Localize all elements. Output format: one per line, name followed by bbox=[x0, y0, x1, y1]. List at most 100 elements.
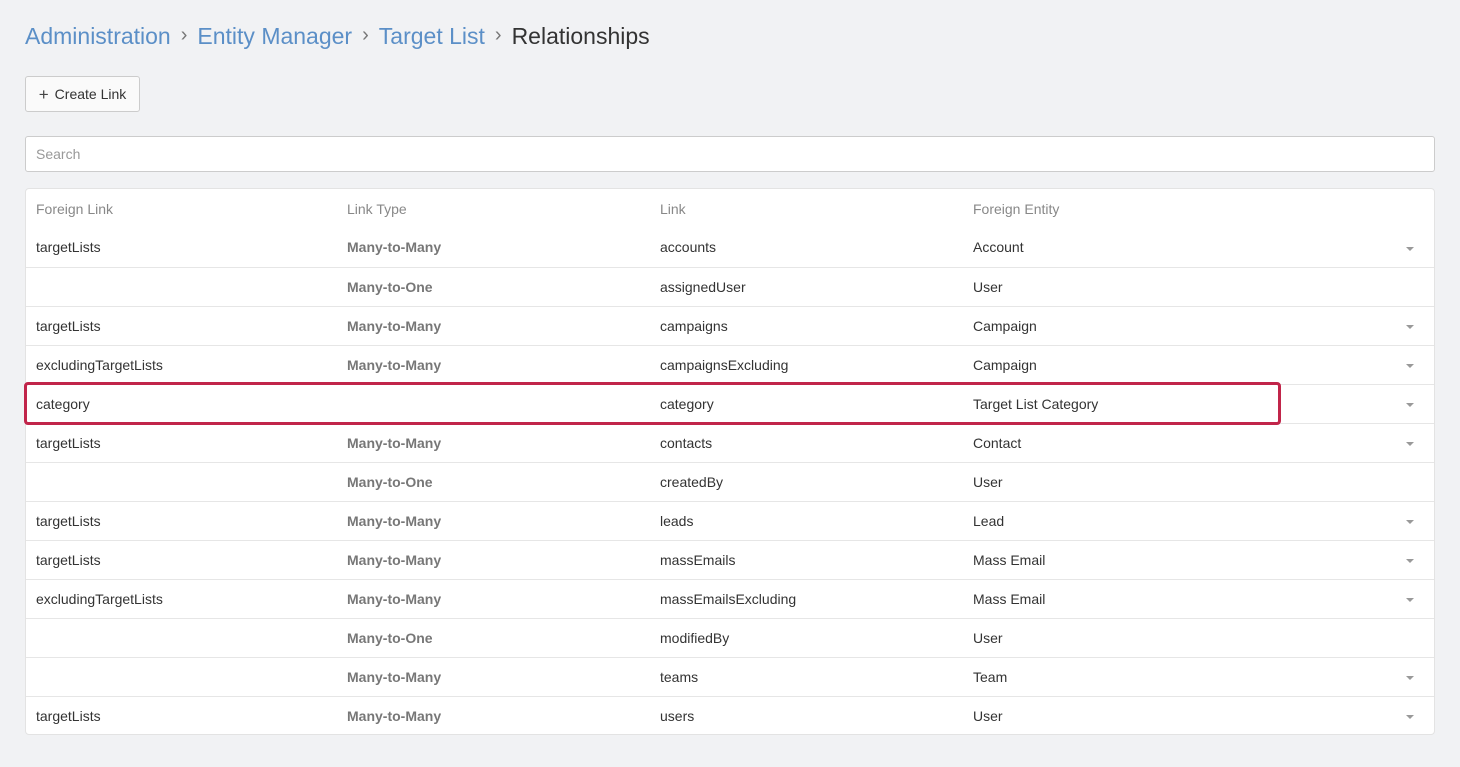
cell-foreign-link bbox=[26, 618, 337, 657]
cell-actions bbox=[1276, 267, 1434, 306]
cell-foreign-entity: User bbox=[973, 707, 1003, 724]
cell-link-type: Many-to-Many bbox=[347, 356, 442, 373]
table-header-row: Foreign Link Link Type Link Foreign Enti… bbox=[26, 189, 1434, 228]
cell-link-type bbox=[337, 384, 650, 423]
table-row: Many-to-One modifiedBy User bbox=[26, 618, 1434, 657]
cell-foreign-entity: Account bbox=[973, 239, 1024, 256]
caret-down-icon[interactable] bbox=[1406, 324, 1414, 329]
cell-foreign-link: targetLists bbox=[36, 317, 101, 334]
cell-foreign-entity: Mass Email bbox=[973, 551, 1046, 568]
cell-foreign-link: targetLists bbox=[36, 551, 101, 568]
table-row: Many-to-Many teams Team bbox=[26, 657, 1434, 696]
cell-foreign-entity: Lead bbox=[973, 512, 1005, 529]
cell-foreign-entity: User bbox=[973, 473, 1003, 490]
caret-down-icon[interactable] bbox=[1406, 519, 1414, 524]
cell-link: createdBy bbox=[660, 473, 724, 490]
cell-link: users bbox=[660, 707, 695, 724]
caret-down-icon[interactable] bbox=[1406, 675, 1414, 680]
cell-actions bbox=[1276, 501, 1434, 540]
cell-actions bbox=[1276, 423, 1434, 462]
cell-actions bbox=[1276, 228, 1434, 267]
cell-actions bbox=[1276, 618, 1434, 657]
cell-link-type: Many-to-One bbox=[347, 629, 433, 646]
cell-actions bbox=[1276, 579, 1434, 618]
cell-link-type: Many-to-One bbox=[347, 278, 433, 295]
cell-foreign-entity: Team bbox=[973, 668, 1008, 685]
cell-foreign-entity: Campaign bbox=[973, 317, 1037, 334]
header-foreign-link[interactable]: Foreign Link bbox=[26, 189, 337, 228]
cell-link: massEmailsExcluding bbox=[660, 590, 797, 607]
cell-actions bbox=[1276, 657, 1434, 696]
cell-link: campaignsExcluding bbox=[660, 356, 789, 373]
cell-foreign-link: category bbox=[36, 395, 90, 412]
cell-foreign-entity: User bbox=[973, 278, 1003, 295]
table-row: category category Target List Category bbox=[26, 384, 1434, 423]
relationships-table: Foreign Link Link Type Link Foreign Enti… bbox=[25, 188, 1435, 735]
caret-down-icon[interactable] bbox=[1406, 402, 1414, 407]
breadcrumb-separator-icon: › bbox=[180, 24, 188, 46]
header-actions bbox=[1276, 189, 1434, 228]
cell-link-type: Many-to-Many bbox=[347, 707, 442, 724]
breadcrumb: Administration › Entity Manager › Target… bbox=[25, 22, 650, 50]
caret-down-icon[interactable] bbox=[1406, 246, 1414, 251]
cell-actions bbox=[1276, 345, 1434, 384]
cell-link: leads bbox=[660, 512, 694, 529]
cell-link: campaigns bbox=[660, 317, 728, 334]
breadcrumb-target-list[interactable]: Target List bbox=[379, 22, 485, 50]
cell-foreign-entity: Campaign bbox=[973, 356, 1037, 373]
cell-link-type: Many-to-Many bbox=[347, 239, 442, 256]
caret-down-icon[interactable] bbox=[1406, 441, 1414, 446]
table-row: targetLists Many-to-Many leads Lead bbox=[26, 501, 1434, 540]
cell-foreign-entity: Contact bbox=[973, 434, 1022, 451]
header-link-type[interactable]: Link Type bbox=[337, 189, 650, 228]
header-foreign-entity[interactable]: Foreign Entity bbox=[963, 189, 1276, 228]
caret-down-icon[interactable] bbox=[1406, 558, 1414, 563]
cell-foreign-entity: Mass Email bbox=[973, 590, 1046, 607]
header-link[interactable]: Link bbox=[650, 189, 963, 228]
caret-down-icon[interactable] bbox=[1406, 597, 1414, 602]
breadcrumb-administration[interactable]: Administration bbox=[25, 22, 171, 50]
table-row: excludingTargetLists Many-to-Many campaign… bbox=[26, 345, 1434, 384]
cell-foreign-link bbox=[26, 657, 337, 696]
cell-link: teams bbox=[660, 668, 699, 685]
cell-foreign-link bbox=[26, 267, 337, 306]
caret-down-icon[interactable] bbox=[1406, 363, 1414, 368]
cell-link-type: Many-to-Many bbox=[347, 434, 442, 451]
cell-link-type: Many-to-Many bbox=[347, 317, 442, 334]
cell-link-type: Many-to-Many bbox=[347, 590, 442, 607]
create-link-label: Create Link bbox=[54, 86, 127, 102]
cell-link-type: Many-to-Many bbox=[347, 551, 442, 568]
cell-actions bbox=[1276, 306, 1434, 345]
breadcrumb-entity-manager[interactable]: Entity Manager bbox=[197, 22, 352, 50]
cell-foreign-link: targetLists bbox=[36, 434, 101, 451]
cell-foreign-link: targetLists bbox=[36, 707, 101, 724]
breadcrumb-separator-icon: › bbox=[494, 24, 502, 46]
cell-foreign-link: targetLists bbox=[36, 239, 101, 256]
cell-link: assignedUser bbox=[660, 278, 746, 295]
cell-link: massEmails bbox=[660, 551, 736, 568]
cell-link: category bbox=[660, 395, 714, 412]
table-row: targetLists Many-to-Many accounts Account bbox=[26, 228, 1434, 267]
plus-icon: + bbox=[38, 84, 49, 104]
create-link-button[interactable]: + Create Link bbox=[25, 76, 140, 112]
table-row: Many-to-One createdBy User bbox=[26, 462, 1434, 501]
page: Administration › Entity Manager › Target… bbox=[0, 0, 1460, 767]
table-row: Many-to-One assignedUser User bbox=[26, 267, 1434, 306]
cell-link: modifiedBy bbox=[660, 629, 730, 646]
cell-link-type: Many-to-Many bbox=[347, 512, 442, 529]
cell-actions bbox=[1276, 696, 1434, 734]
table-row: targetLists Many-to-Many campaigns Campaign bbox=[26, 306, 1434, 345]
cell-actions bbox=[1276, 384, 1434, 423]
table-row: targetLists Many-to-Many massEmails Mass Em… bbox=[26, 540, 1434, 579]
table-row: targetLists Many-to-Many users User bbox=[26, 696, 1434, 734]
cell-actions bbox=[1276, 540, 1434, 579]
cell-foreign-link bbox=[26, 462, 337, 501]
search-input[interactable] bbox=[25, 136, 1435, 172]
cell-link: accounts bbox=[660, 239, 717, 256]
caret-down-icon[interactable] bbox=[1406, 715, 1414, 720]
breadcrumb-separator-icon: › bbox=[362, 24, 369, 46]
page-title: Relationships bbox=[511, 23, 650, 49]
cell-actions bbox=[1276, 462, 1434, 501]
cell-foreign-link: excludingTargetLists bbox=[36, 590, 163, 607]
cell-foreign-entity: Target List Category bbox=[973, 395, 1099, 412]
